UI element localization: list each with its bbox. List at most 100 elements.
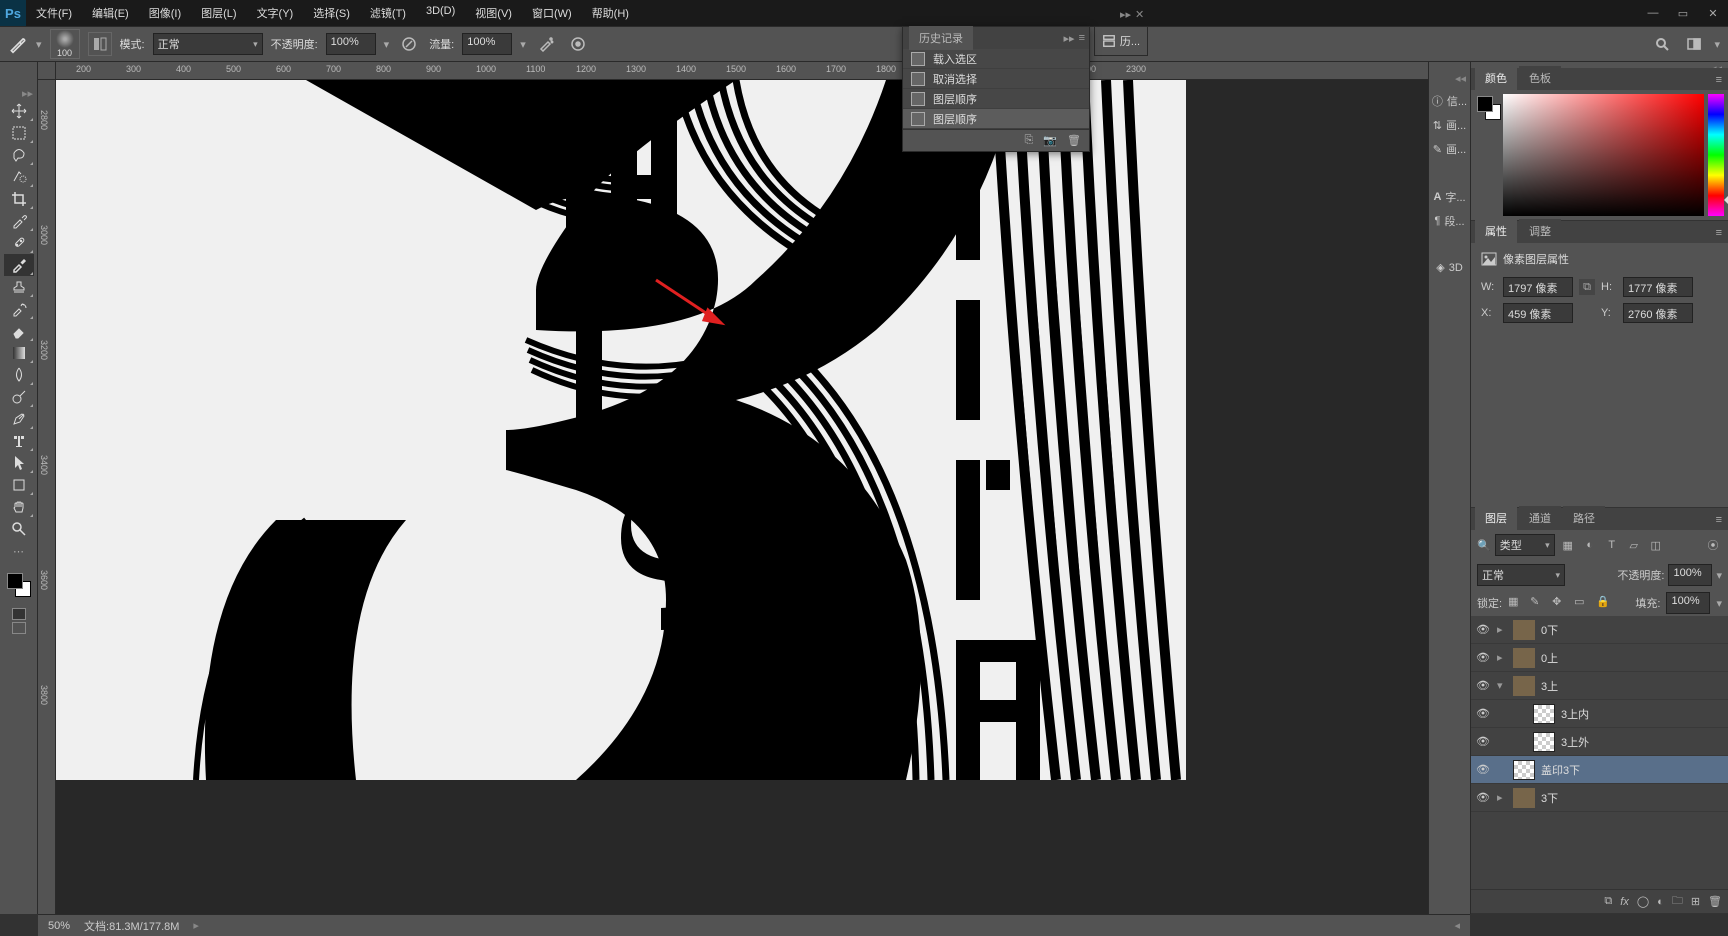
lock-position-icon[interactable]: ✥	[1552, 595, 1568, 611]
horizontal-ruler[interactable]: 2003004005006007008009001000110012001300…	[56, 62, 1428, 80]
layer-row[interactable]: 👁▾3上	[1471, 672, 1728, 700]
menu-3d[interactable]: 3D(D)	[416, 0, 465, 27]
delete-layer-icon[interactable]: 🗑	[1708, 895, 1722, 908]
history-collapse-icon[interactable]: ▸▸	[1064, 32, 1075, 45]
type-tool[interactable]	[4, 430, 34, 452]
layer-visibility-icon[interactable]: 👁	[1475, 623, 1491, 636]
fill-flyout[interactable]: ▾	[1716, 597, 1722, 610]
layer-visibility-icon[interactable]: 👁	[1475, 679, 1491, 692]
brush-tool-icon[interactable]	[8, 34, 28, 54]
menu-filter[interactable]: 滤镜(T)	[360, 0, 416, 27]
zoom-tool[interactable]	[4, 518, 34, 540]
lock-all-icon[interactable]: 🔒	[1596, 595, 1612, 611]
layer-row[interactable]: 👁▸0上	[1471, 644, 1728, 672]
pressure-size-icon[interactable]	[566, 32, 590, 56]
snapshot-icon[interactable]: 📷	[1043, 134, 1057, 147]
layer-row[interactable]: 👁3上外	[1471, 728, 1728, 756]
history-brush-tool[interactable]	[4, 298, 34, 320]
tab-color[interactable]: 颜色	[1475, 66, 1517, 90]
edit-toolbar[interactable]: ⋯	[4, 540, 34, 562]
fill-value[interactable]: 100%	[1666, 592, 1710, 614]
lock-artboard-icon[interactable]: ▭	[1574, 595, 1590, 611]
doc-info[interactable]: 文档:81.3M/177.8M	[84, 918, 179, 934]
layers-panel-menu-icon[interactable]: ≡	[1710, 510, 1728, 530]
history-dock-button[interactable]: 历...	[1094, 26, 1148, 56]
link-layers-icon[interactable]: ⧉	[1604, 895, 1612, 908]
vertical-ruler[interactable]: 280030003200340036003800	[38, 80, 56, 914]
window-minimize[interactable]: —	[1638, 0, 1668, 26]
airbrush-icon[interactable]	[534, 32, 558, 56]
panel-fg-swatch[interactable]	[1477, 96, 1493, 112]
lock-pixels-icon[interactable]: ✎	[1530, 595, 1546, 611]
blur-tool[interactable]	[4, 364, 34, 386]
window-maximize[interactable]: ▭	[1668, 0, 1698, 26]
layer-row[interactable]: 👁盖印3下	[1471, 756, 1728, 784]
search-icon-small[interactable]: 🔍	[1477, 539, 1491, 552]
new-layer-icon[interactable]: ⊞	[1691, 895, 1700, 908]
brush-tool[interactable]	[4, 254, 34, 276]
expand-toolbox-icon[interactable]: ▸▸	[0, 86, 37, 100]
marquee-tool[interactable]	[4, 122, 34, 144]
dock-brush-settings[interactable]: ⇅画...	[1431, 117, 1469, 133]
history-panel-menu-icon[interactable]: ≡	[1079, 32, 1085, 45]
lock-transparency-icon[interactable]: ▦	[1508, 595, 1524, 611]
layer-mask-icon[interactable]: ◯	[1637, 895, 1649, 908]
history-item[interactable]: 取消选择	[903, 69, 1089, 89]
opacity-flyout-icon[interactable]: ▾	[384, 38, 390, 51]
history-list[interactable]: 载入选区取消选择图层顺序图层顺序	[903, 49, 1089, 129]
layer-visibility-icon[interactable]: 👁	[1475, 763, 1491, 776]
saturation-value-picker[interactable]	[1503, 94, 1704, 216]
history-item[interactable]: 图层顺序	[903, 89, 1089, 109]
tab-channels[interactable]: 通道	[1519, 506, 1561, 530]
chevron-down-icon[interactable]: ▾	[36, 38, 42, 51]
filter-pixel-icon[interactable]: ▦	[1559, 536, 1577, 554]
pressure-opacity-icon[interactable]	[397, 32, 421, 56]
layer-row[interactable]: 👁3上内	[1471, 700, 1728, 728]
workspace-flyout-icon[interactable]: ▾	[1714, 38, 1720, 51]
doc-info-flyout-icon[interactable]: ▸	[193, 919, 199, 932]
layer-visibility-icon[interactable]: 👁	[1475, 707, 1491, 720]
dock-collapse-icon[interactable]: ◂◂	[1429, 72, 1470, 85]
brush-panel-toggle[interactable]	[88, 32, 112, 56]
shape-tool[interactable]	[4, 474, 34, 496]
color-fgbg-swatches[interactable]	[1471, 90, 1503, 220]
color-panel-menu-icon[interactable]: ≡	[1710, 70, 1728, 90]
layer-name[interactable]: 3上外	[1561, 734, 1589, 750]
filter-type-icon[interactable]: T	[1603, 536, 1621, 554]
mask-mode-toggle[interactable]	[12, 608, 26, 634]
layer-name[interactable]: 0上	[1541, 650, 1558, 666]
dock-paragraph[interactable]: ¶段...	[1431, 213, 1469, 229]
filter-smart-icon[interactable]: ◫	[1647, 536, 1665, 554]
tab-history[interactable]: 历史记录	[909, 26, 973, 50]
layer-fx-icon[interactable]: fx	[1620, 896, 1629, 908]
history-item[interactable]: 载入选区	[903, 49, 1089, 69]
menu-edit[interactable]: 编辑(E)	[82, 0, 139, 27]
document-canvas[interactable]	[56, 80, 1428, 914]
flow-input[interactable]: 100%	[462, 33, 512, 55]
eyedropper-tool[interactable]	[4, 210, 34, 232]
layer-visibility-icon[interactable]: 👁	[1475, 651, 1491, 664]
layer-name[interactable]: 3上	[1541, 678, 1558, 694]
new-group-icon[interactable]: 🗀	[1672, 892, 1683, 911]
layer-row[interactable]: 👁▸3下	[1471, 784, 1728, 812]
healing-tool[interactable]	[4, 232, 34, 254]
layer-opacity-value[interactable]: 100%	[1668, 564, 1712, 586]
zoom-level[interactable]: 50%	[48, 920, 70, 932]
layer-opacity-flyout[interactable]: ▾	[1716, 569, 1722, 582]
quickmask-mode[interactable]	[12, 622, 26, 634]
new-doc-from-state-icon[interactable]: ⎘	[1025, 134, 1034, 147]
menu-file[interactable]: 文件(F)	[26, 0, 82, 27]
layer-row[interactable]: 👁▸0下	[1471, 616, 1728, 644]
float-close-icon[interactable]: ✕	[1135, 8, 1144, 21]
layer-name[interactable]: 3下	[1541, 790, 1558, 806]
filter-toggle-icon[interactable]: ⦿	[1704, 536, 1722, 554]
menu-window[interactable]: 窗口(W)	[522, 0, 582, 27]
filter-adjust-icon[interactable]: ◐	[1581, 536, 1599, 554]
dock-brushes[interactable]: ✎画...	[1431, 141, 1469, 157]
height-value[interactable]: 1777 像素	[1623, 277, 1693, 297]
properties-panel-menu-icon[interactable]: ≡	[1710, 223, 1728, 243]
menu-layer[interactable]: 图层(L)	[191, 0, 246, 27]
layer-blend-select[interactable]: 正常	[1477, 564, 1565, 586]
tab-layers[interactable]: 图层	[1475, 506, 1517, 530]
brush-preset-picker[interactable]: 100	[50, 29, 80, 59]
